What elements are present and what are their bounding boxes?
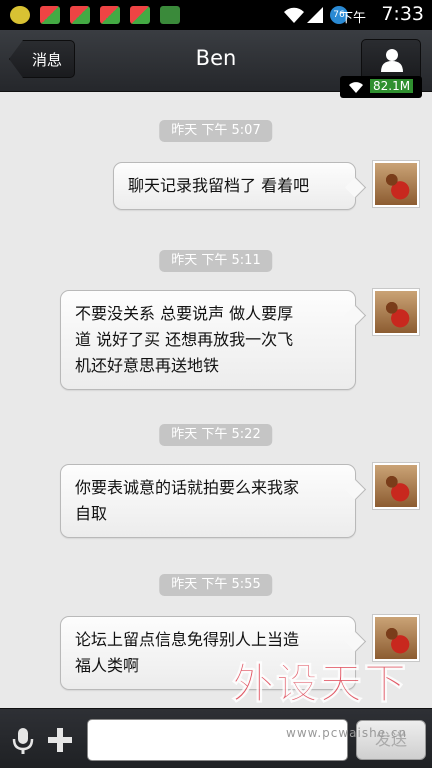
avatar[interactable] [372, 160, 420, 208]
watermark-url: www.pcwaishe.cn [286, 726, 408, 740]
message-bubble[interactable]: 你要表诚意的话就拍要么来我家 自取 [60, 464, 356, 538]
chat-notify-icon [10, 6, 30, 24]
signal-icon [307, 7, 323, 23]
plus-icon[interactable] [46, 726, 74, 754]
message-line: 不要没关系 总要说声 做人要厚 [75, 304, 294, 323]
timestamp: 昨天 下午 5:11 [159, 250, 273, 272]
app-notify-icon [130, 6, 150, 24]
app-notify-icon [160, 6, 180, 24]
message-line: 道 说好了买 还想再放我一次飞 [75, 330, 294, 349]
avatar[interactable] [372, 288, 420, 336]
app-notify-icon [70, 6, 90, 24]
timestamp: 昨天 下午 5:22 [159, 424, 273, 446]
watermark-logo: 外设天下 [232, 659, 409, 709]
status-ampm: 下午 [339, 11, 366, 26]
chat-list[interactable]: 昨天 下午 5:07 聊天记录我留档了 看着吧 昨天 下午 5:11 不要没关系… [0, 92, 432, 707]
message-bubble[interactable]: 聊天记录我留档了 看着吧 [113, 162, 356, 210]
status-time: 7:33 [381, 3, 424, 25]
wifi-icon [284, 7, 304, 23]
mic-icon[interactable] [10, 727, 36, 755]
timestamp: 昨天 下午 5:07 [159, 120, 273, 142]
message-line: 聊天记录我留档了 看着吧 [128, 176, 310, 195]
app-notify-icon [40, 6, 60, 24]
profile-button[interactable] [361, 39, 421, 81]
profile-icon [381, 49, 403, 72]
message-line: 自取 [75, 504, 108, 523]
status-bar: 76 下午 7:33 [0, 0, 432, 30]
avatar[interactable] [372, 462, 420, 510]
app-notify-icon [100, 6, 120, 24]
message-line: 机还好意思再送地铁 [75, 356, 220, 375]
network-speed: 82.1M [370, 79, 414, 93]
message-line: 你要表诚意的话就拍要么来我家 [75, 478, 300, 497]
message-bubble[interactable]: 不要没关系 总要说声 做人要厚 道 说好了买 还想再放我一次飞 机还好意思再送地… [60, 290, 356, 390]
timestamp: 昨天 下午 5:55 [159, 574, 273, 596]
